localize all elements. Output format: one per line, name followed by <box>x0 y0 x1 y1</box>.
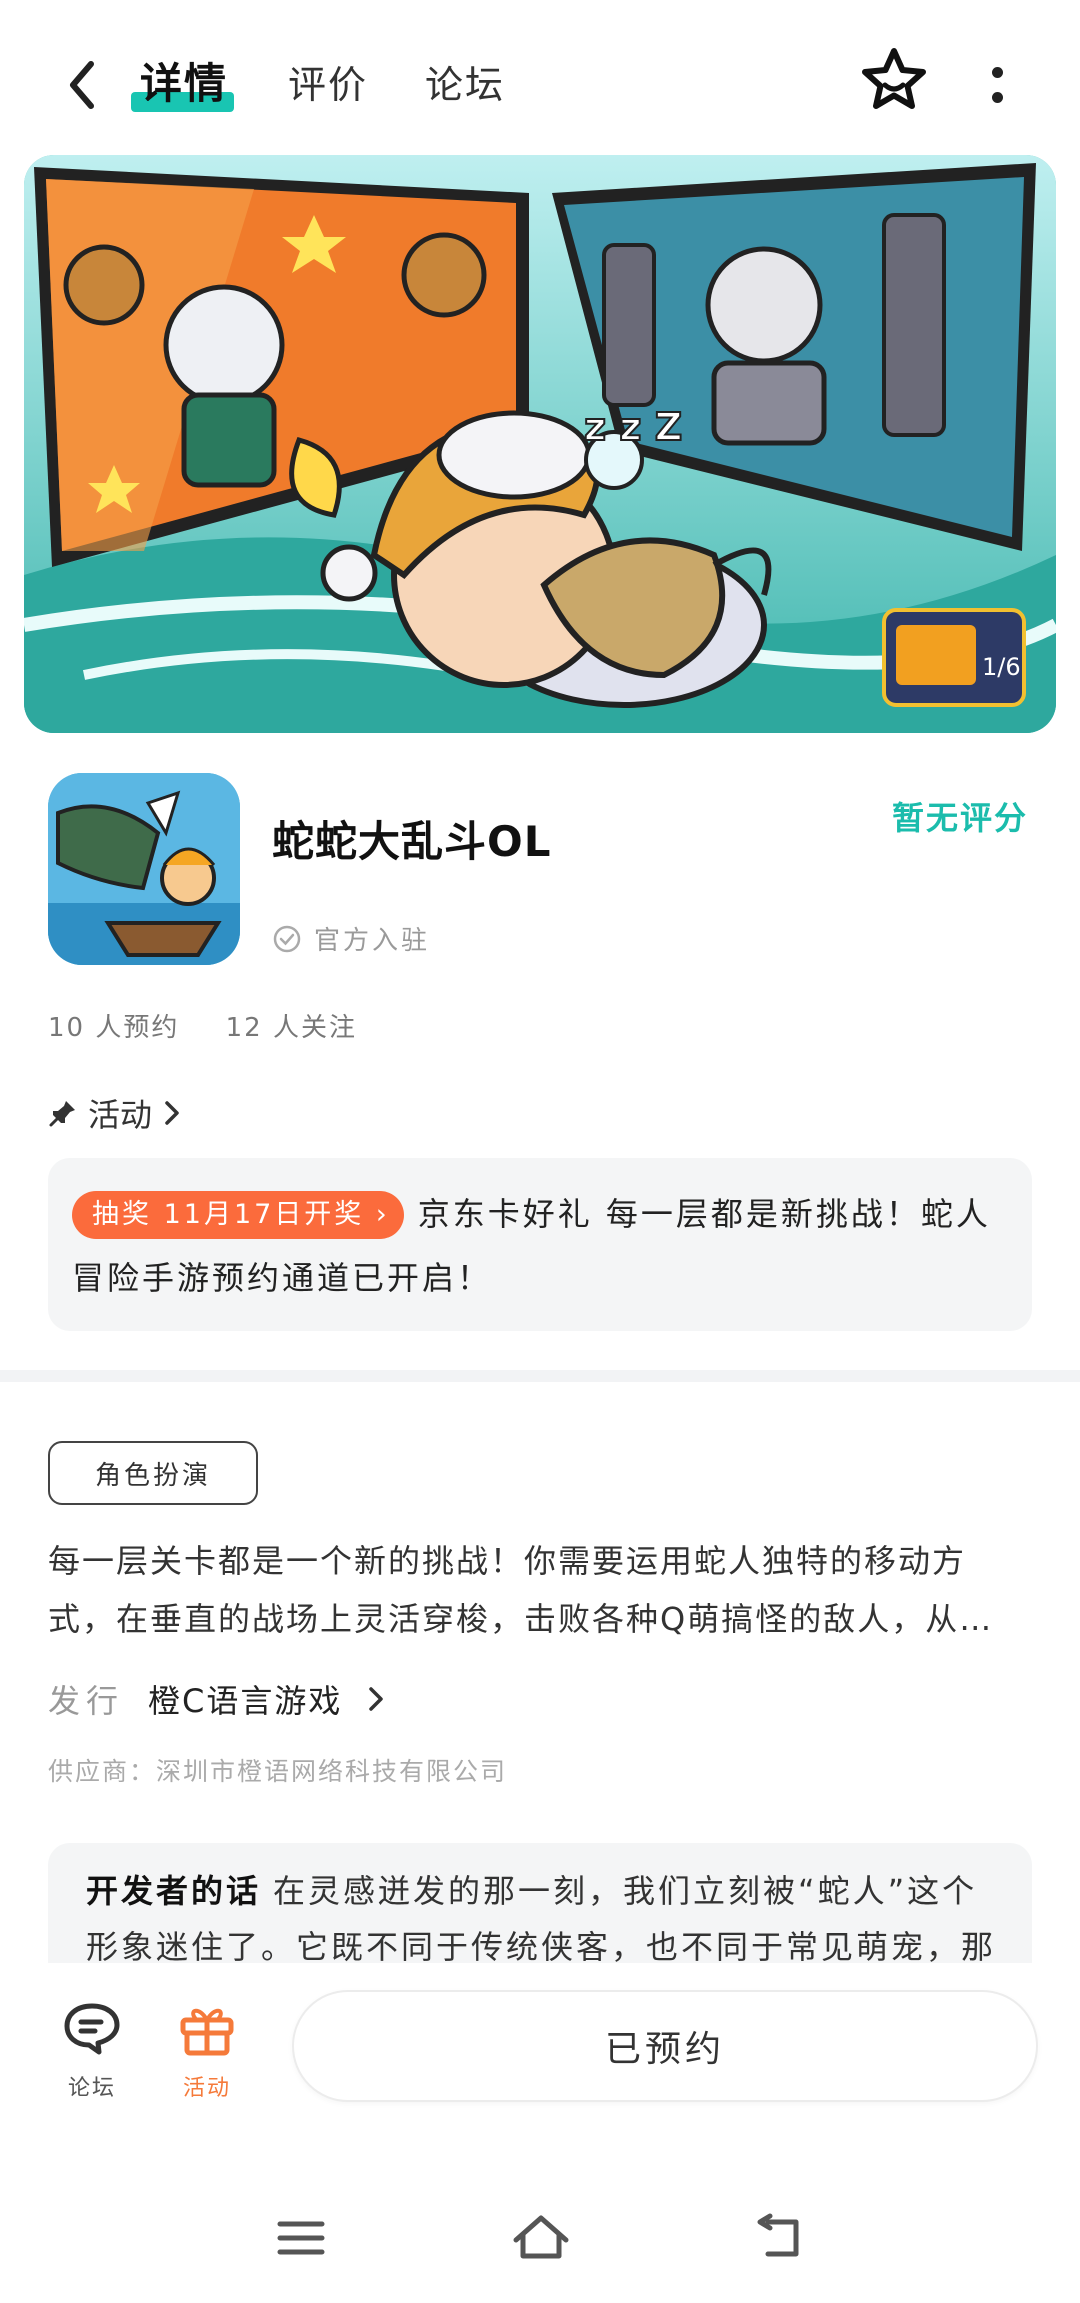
chevron-right-icon <box>165 1101 179 1125</box>
app-title: 蛇蛇大乱斗OL <box>272 817 552 866</box>
chevron-left-icon <box>70 61 94 109</box>
follower-count: 12 人关注 <box>225 1013 357 1043</box>
app-icon <box>48 773 240 965</box>
bottom-nav-forum[interactable]: 论坛 <box>42 2000 142 2102</box>
official-badge: 官方入驻 <box>272 920 430 957</box>
home-icon <box>513 2215 569 2259</box>
publisher-row[interactable]: 发行 橙C语言游戏 <box>48 1676 386 1722</box>
more-options-button[interactable] <box>980 55 1014 115</box>
activity-content: 抽奖 11月17日开奖 › 京东卡好礼 每一层都是新挑战！蛇人冒险手游预约通道已开… <box>72 1182 1002 1310</box>
back-arrow-icon <box>757 2213 799 2257</box>
gift-icon <box>180 2008 234 2056</box>
recent-apps-button[interactable] <box>266 2208 336 2268</box>
official-label: 官方入驻 <box>314 926 431 956</box>
menu-icon <box>277 2221 325 2255</box>
game-banner[interactable]: z z Z 1/6 <box>24 155 1056 733</box>
tab-forum[interactable]: 论坛 <box>425 54 505 109</box>
svg-text:z z Z: z z Z <box>584 405 682 449</box>
activity-card[interactable]: 抽奖 11月17日开奖 › 京东卡好礼 每一层都是新挑战！蛇人冒险手游预约通道已开… <box>48 1158 1032 1331</box>
reservation-count: 10 人预约 <box>48 1013 180 1043</box>
description-line-1: 每一层关卡都是一个新的挑战！你需要运用蛇人独特的移动方 <box>48 1542 967 1580</box>
check-circle-icon <box>273 925 301 952</box>
genre-tag[interactable]: 角色扮演 <box>48 1441 258 1505</box>
home-button[interactable] <box>506 2208 576 2268</box>
activity-section-header[interactable]: 活动 <box>48 1090 182 1136</box>
tab-detail[interactable]: 详情 <box>140 50 228 111</box>
game-description[interactable]: 每一层关卡都是一个新的挑战！你需要运用蛇人独特的移动方 式，在垂直的战场上灵活穿… <box>48 1532 1028 1648</box>
publisher-label: 发行 <box>48 1682 125 1720</box>
tab-review[interactable]: 评价 <box>288 54 368 109</box>
description-line-2: 式，在垂直的战场上灵活穿梭，击败各种Q萌搞怪的敌人，从呆萌的小怪到强大的首领 <box>48 1600 1018 1638</box>
publisher-name: 橙C语言游戏 <box>148 1682 343 1720</box>
more-dot <box>991 67 1003 78</box>
more-dot <box>991 92 1003 103</box>
activity-heading: 活动 <box>88 1096 153 1134</box>
developer-notes-card[interactable]: 开发者的话 在灵感迸发的那一刻，我们立刻被“蛇人”这个形象迷住了。它既不同于传统侠… <box>48 1843 1032 1963</box>
reserved-button[interactable]: 已预约 <box>292 1990 1038 2102</box>
stats-row: 10 人预约 12 人关注 <box>48 1007 393 1044</box>
star-icon <box>862 48 926 109</box>
lottery-badge-label: 抽奖 11月17日开奖 <box>92 1199 365 1230</box>
favorite-button[interactable] <box>858 45 930 117</box>
pin-icon <box>49 1101 75 1127</box>
chat-bubble-icon <box>64 2003 120 2055</box>
section-divider <box>0 1370 1080 1382</box>
bottom-nav-activity[interactable]: 活动 <box>157 2000 257 2102</box>
back-button[interactable] <box>52 50 112 120</box>
bottom-nav-forum-label: 论坛 <box>67 2076 116 2101</box>
lottery-badge[interactable]: 抽奖 11月17日开奖 › <box>72 1191 404 1239</box>
rating-status[interactable]: 暂无评分 <box>892 793 1028 839</box>
developer-notes: 开发者的话 在灵感迸发的那一刻，我们立刻被“蛇人”这个形象迷住了。它既不同于传统侠… <box>86 1863 1006 1963</box>
bottom-nav-activity-label: 活动 <box>182 2076 231 2101</box>
developer-notes-title: 开发者的话 <box>86 1872 262 1910</box>
supplier-info: 供应商：深圳市橙语网络科技有限公司 <box>48 1757 508 1786</box>
system-back-button[interactable] <box>746 2208 816 2268</box>
chevron-right-icon <box>369 1687 384 1711</box>
banner-logo-text: 1/6 <box>982 653 1021 681</box>
banner-illustration: z z Z 1/6 <box>24 155 1056 733</box>
